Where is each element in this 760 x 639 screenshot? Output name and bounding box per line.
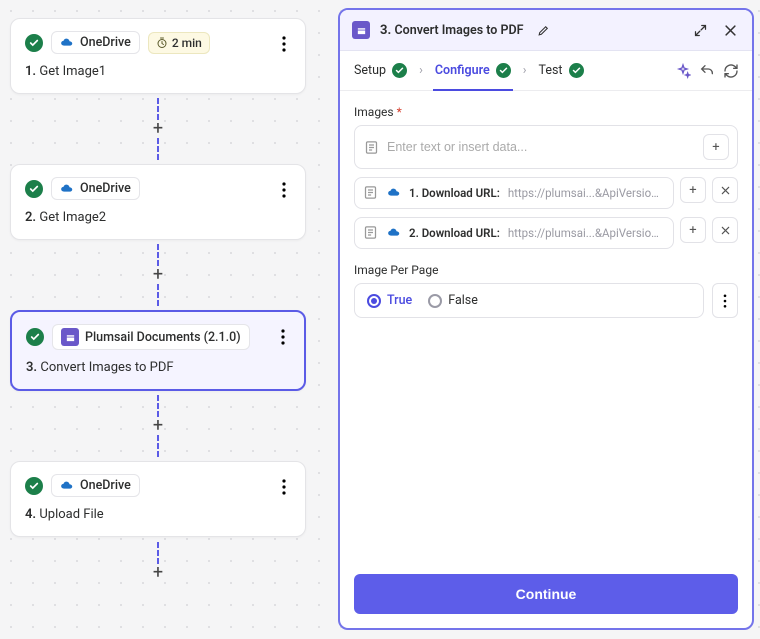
step-card-4[interactable]: OneDrive 4. Upload File bbox=[10, 461, 306, 537]
app-label: OneDrive bbox=[80, 35, 131, 50]
chevron-right-icon: › bbox=[415, 63, 427, 78]
step-number: 4. bbox=[25, 507, 36, 522]
app-label: Plumsail Documents (2.1.0) bbox=[85, 330, 241, 345]
chevron-right-icon: › bbox=[519, 63, 531, 78]
step-number: 3. bbox=[26, 360, 37, 375]
onedrive-icon bbox=[387, 186, 401, 200]
onedrive-icon bbox=[387, 226, 401, 240]
timer-label: 2 min bbox=[172, 36, 202, 50]
panel-step-number: 3. bbox=[380, 23, 391, 38]
add-item-button[interactable]: + bbox=[680, 217, 706, 243]
app-label: OneDrive bbox=[80, 478, 131, 493]
onedrive-icon bbox=[60, 36, 74, 50]
tab-label: Configure bbox=[435, 63, 490, 78]
add-step-button[interactable]: + bbox=[149, 120, 167, 138]
continue-button[interactable]: Continue bbox=[354, 574, 738, 614]
ai-sparkle-button[interactable] bbox=[674, 62, 692, 80]
rename-button[interactable] bbox=[534, 20, 554, 40]
step-menu-button[interactable] bbox=[273, 476, 295, 498]
add-step-button[interactable]: + bbox=[149, 564, 167, 582]
item-label: 1. Download URL: bbox=[409, 186, 500, 200]
panel-title: Convert Images to PDF bbox=[394, 23, 523, 38]
refresh-button[interactable] bbox=[722, 62, 740, 80]
add-step-button[interactable]: + bbox=[149, 266, 167, 284]
field-options-button[interactable] bbox=[712, 283, 738, 318]
plumsail-icon bbox=[352, 21, 370, 39]
step-card-3[interactable]: Plumsail Documents (2.1.0) 3. Convert Im… bbox=[10, 310, 306, 391]
text-icon bbox=[363, 225, 379, 241]
plumsail-icon bbox=[61, 328, 79, 346]
app-chip-plumsail: Plumsail Documents (2.1.0) bbox=[52, 324, 250, 350]
required-asterisk: * bbox=[397, 105, 402, 119]
radio-false[interactable]: False bbox=[428, 293, 478, 308]
check-icon bbox=[392, 63, 407, 78]
text-icon bbox=[363, 185, 379, 201]
radio-label: False bbox=[448, 293, 478, 308]
radio-label: True bbox=[387, 293, 412, 308]
clock-icon bbox=[156, 37, 168, 49]
tab-label: Setup bbox=[354, 63, 386, 78]
step-title: Get Image2 bbox=[39, 210, 106, 225]
step-title: Upload File bbox=[39, 507, 103, 522]
remove-item-button[interactable] bbox=[712, 177, 738, 203]
add-step-button[interactable]: + bbox=[149, 417, 167, 435]
step-number: 1. bbox=[25, 64, 36, 79]
add-item-button[interactable]: + bbox=[703, 134, 729, 160]
app-label: OneDrive bbox=[80, 181, 131, 196]
step-menu-button[interactable] bbox=[273, 179, 295, 201]
status-check-icon bbox=[25, 34, 43, 52]
close-button[interactable] bbox=[720, 20, 740, 40]
undo-button[interactable] bbox=[698, 62, 716, 80]
remove-item-button[interactable] bbox=[712, 217, 738, 243]
item-value: https://plumsai...&ApiVersion=2.0 bbox=[508, 186, 665, 200]
status-check-icon bbox=[25, 180, 43, 198]
radio-true[interactable]: True bbox=[367, 293, 412, 308]
image-per-page-label: Image Per Page bbox=[354, 263, 738, 277]
images-label: Images bbox=[354, 105, 394, 119]
images-input-row[interactable]: + bbox=[354, 125, 738, 169]
status-check-icon bbox=[26, 328, 44, 346]
onedrive-icon bbox=[60, 479, 74, 493]
image-item-2[interactable]: 2. Download URL: https://plumsai...&ApiV… bbox=[354, 217, 674, 249]
app-chip-onedrive: OneDrive bbox=[51, 31, 140, 54]
text-icon bbox=[363, 139, 379, 155]
step-title: Convert Images to PDF bbox=[40, 360, 173, 375]
check-icon bbox=[569, 63, 584, 78]
image-item-1[interactable]: 1. Download URL: https://plumsai...&ApiV… bbox=[354, 177, 674, 209]
step-editor-panel: 3. Convert Images to PDF Setup › Configu… bbox=[338, 8, 754, 630]
tab-configure[interactable]: Configure bbox=[433, 59, 513, 82]
images-input[interactable] bbox=[385, 139, 697, 155]
check-icon bbox=[496, 63, 511, 78]
step-menu-button[interactable] bbox=[272, 326, 294, 348]
onedrive-icon bbox=[60, 182, 74, 196]
step-card-1[interactable]: OneDrive 2 min 1. Get Image1 bbox=[10, 18, 306, 94]
step-number: 2. bbox=[25, 210, 36, 225]
tab-label: Test bbox=[538, 63, 562, 78]
tab-setup[interactable]: Setup bbox=[352, 59, 409, 82]
item-value: https://plumsai...&ApiVersion=2.0 bbox=[508, 226, 665, 240]
step-card-2[interactable]: OneDrive 2. Get Image2 bbox=[10, 164, 306, 240]
tab-test[interactable]: Test bbox=[536, 59, 585, 82]
status-check-icon bbox=[25, 477, 43, 495]
timer-chip: 2 min bbox=[148, 32, 210, 54]
app-chip-onedrive: OneDrive bbox=[51, 177, 140, 200]
step-title: Get Image1 bbox=[39, 64, 106, 79]
app-chip-onedrive: OneDrive bbox=[51, 474, 140, 497]
step-menu-button[interactable] bbox=[273, 33, 295, 55]
item-label: 2. Download URL: bbox=[409, 226, 500, 240]
expand-button[interactable] bbox=[690, 20, 710, 40]
add-item-button[interactable]: + bbox=[680, 177, 706, 203]
